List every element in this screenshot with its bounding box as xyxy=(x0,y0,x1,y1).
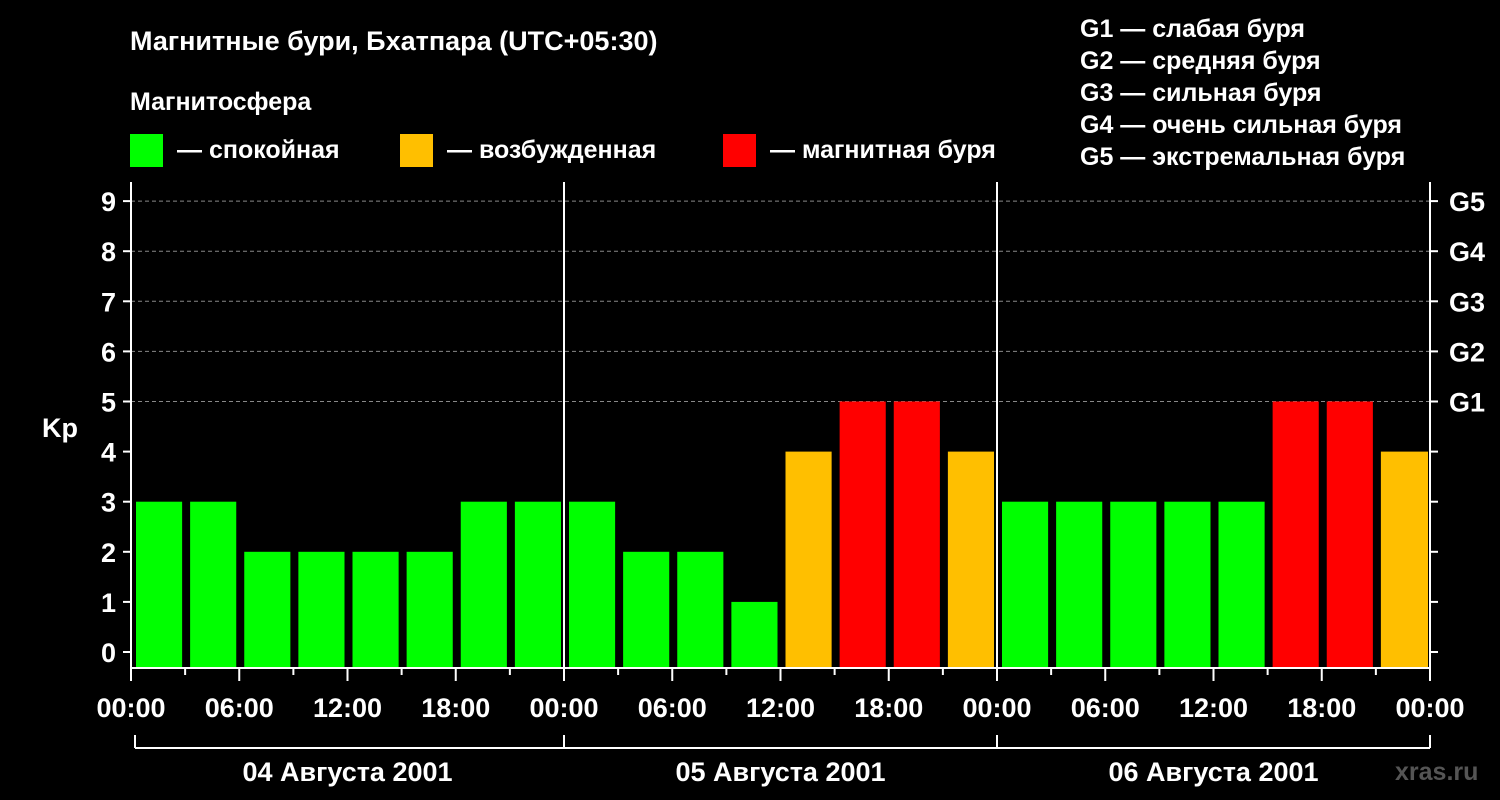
x-tick-label: 06:00 xyxy=(1071,693,1140,723)
g-tick-label: G4 xyxy=(1449,237,1485,267)
g-scale-item-3: G3 — сильная буря xyxy=(1080,79,1322,107)
y-tick-label: 2 xyxy=(101,538,116,568)
y-tick-label: 4 xyxy=(101,438,116,468)
y-tick-label: 9 xyxy=(101,187,116,217)
bar xyxy=(190,501,237,668)
bar xyxy=(569,501,616,668)
g-tick-label: G5 xyxy=(1449,187,1485,217)
y-tick-label: 0 xyxy=(101,638,116,668)
x-tick-label: 06:00 xyxy=(638,693,707,723)
x-tick-label: 12:00 xyxy=(746,693,815,723)
bar xyxy=(947,451,994,668)
x-tick-label: 12:00 xyxy=(313,693,382,723)
x-tick-label: 18:00 xyxy=(1287,693,1356,723)
bar xyxy=(623,551,670,668)
legend-title: Магнитосфера xyxy=(130,88,312,116)
bar xyxy=(1002,501,1049,668)
g-scale-legend: G1 — слабая буря G2 — средняя буря G3 — си… xyxy=(1080,15,1405,171)
watermark: xras.ru xyxy=(1395,758,1478,786)
x-tick-label: 00:00 xyxy=(962,693,1031,723)
g-scale-item-5: G5 — экстремальная буря xyxy=(1080,143,1405,171)
y-tick-label: 1 xyxy=(101,588,116,618)
bar xyxy=(298,551,345,668)
kp-chart: Магнитные бури, Бхатпара (UTC+05:30) Маг… xyxy=(42,15,1485,787)
x-tick-label: 06:00 xyxy=(205,693,274,723)
bar xyxy=(352,551,399,668)
g-scale-item-4: G4 — очень сильная буря xyxy=(1080,111,1402,139)
bar xyxy=(244,551,291,668)
g-scale-item-2: G2 — средняя буря xyxy=(1080,47,1321,75)
y-tick-label: 7 xyxy=(101,287,116,317)
grid xyxy=(131,200,1430,402)
bar xyxy=(514,501,561,668)
legend-label-2: — магнитная буря xyxy=(770,136,996,164)
legend-label-1: — возбужденная xyxy=(447,136,656,164)
bar xyxy=(677,551,724,668)
bar xyxy=(136,501,183,668)
bar xyxy=(785,451,832,668)
bar xyxy=(1110,501,1157,668)
bar xyxy=(1326,401,1373,668)
g-tick-label: G3 xyxy=(1449,287,1485,317)
y-tick-label: 5 xyxy=(101,388,116,418)
y-tick-label: 8 xyxy=(101,237,116,267)
bar xyxy=(1218,501,1265,668)
bar xyxy=(893,401,940,668)
y-tick-label: 3 xyxy=(101,488,116,518)
bars xyxy=(136,401,1428,668)
legend-swatch-0 xyxy=(130,134,163,167)
g-scale-item-1: G1 — слабая буря xyxy=(1080,15,1305,43)
bar xyxy=(731,601,778,668)
x-tick-label: 00:00 xyxy=(96,693,165,723)
bar xyxy=(1380,451,1428,668)
day-label: 06 Августа 2001 xyxy=(1108,757,1318,787)
g-tick-label: G2 xyxy=(1449,337,1485,367)
legend-label-0: — спокойная xyxy=(177,136,340,164)
x-tick-label: 18:00 xyxy=(854,693,923,723)
x-tick-label: 00:00 xyxy=(1395,693,1464,723)
g-tick-label: G1 xyxy=(1449,388,1485,418)
day-label: 04 Августа 2001 xyxy=(242,757,452,787)
y-axis-label: Kp xyxy=(42,413,78,443)
legend-swatch-1 xyxy=(400,134,433,167)
bar xyxy=(1056,501,1103,668)
legend-swatch-2 xyxy=(723,134,756,167)
y-tick-label: 6 xyxy=(101,337,116,367)
legend: — спокойная — возбужденная — магнитная бур… xyxy=(130,134,996,167)
x-tick-label: 12:00 xyxy=(1179,693,1248,723)
bar xyxy=(1164,501,1211,668)
bar xyxy=(406,551,453,668)
bar xyxy=(1272,401,1319,668)
chart-title: Магнитные бури, Бхатпара (UTC+05:30) xyxy=(130,26,657,56)
x-tick-label: 18:00 xyxy=(421,693,490,723)
bar xyxy=(460,501,507,668)
x-tick-label: 00:00 xyxy=(529,693,598,723)
bar xyxy=(839,401,886,668)
day-label: 05 Августа 2001 xyxy=(675,757,885,787)
